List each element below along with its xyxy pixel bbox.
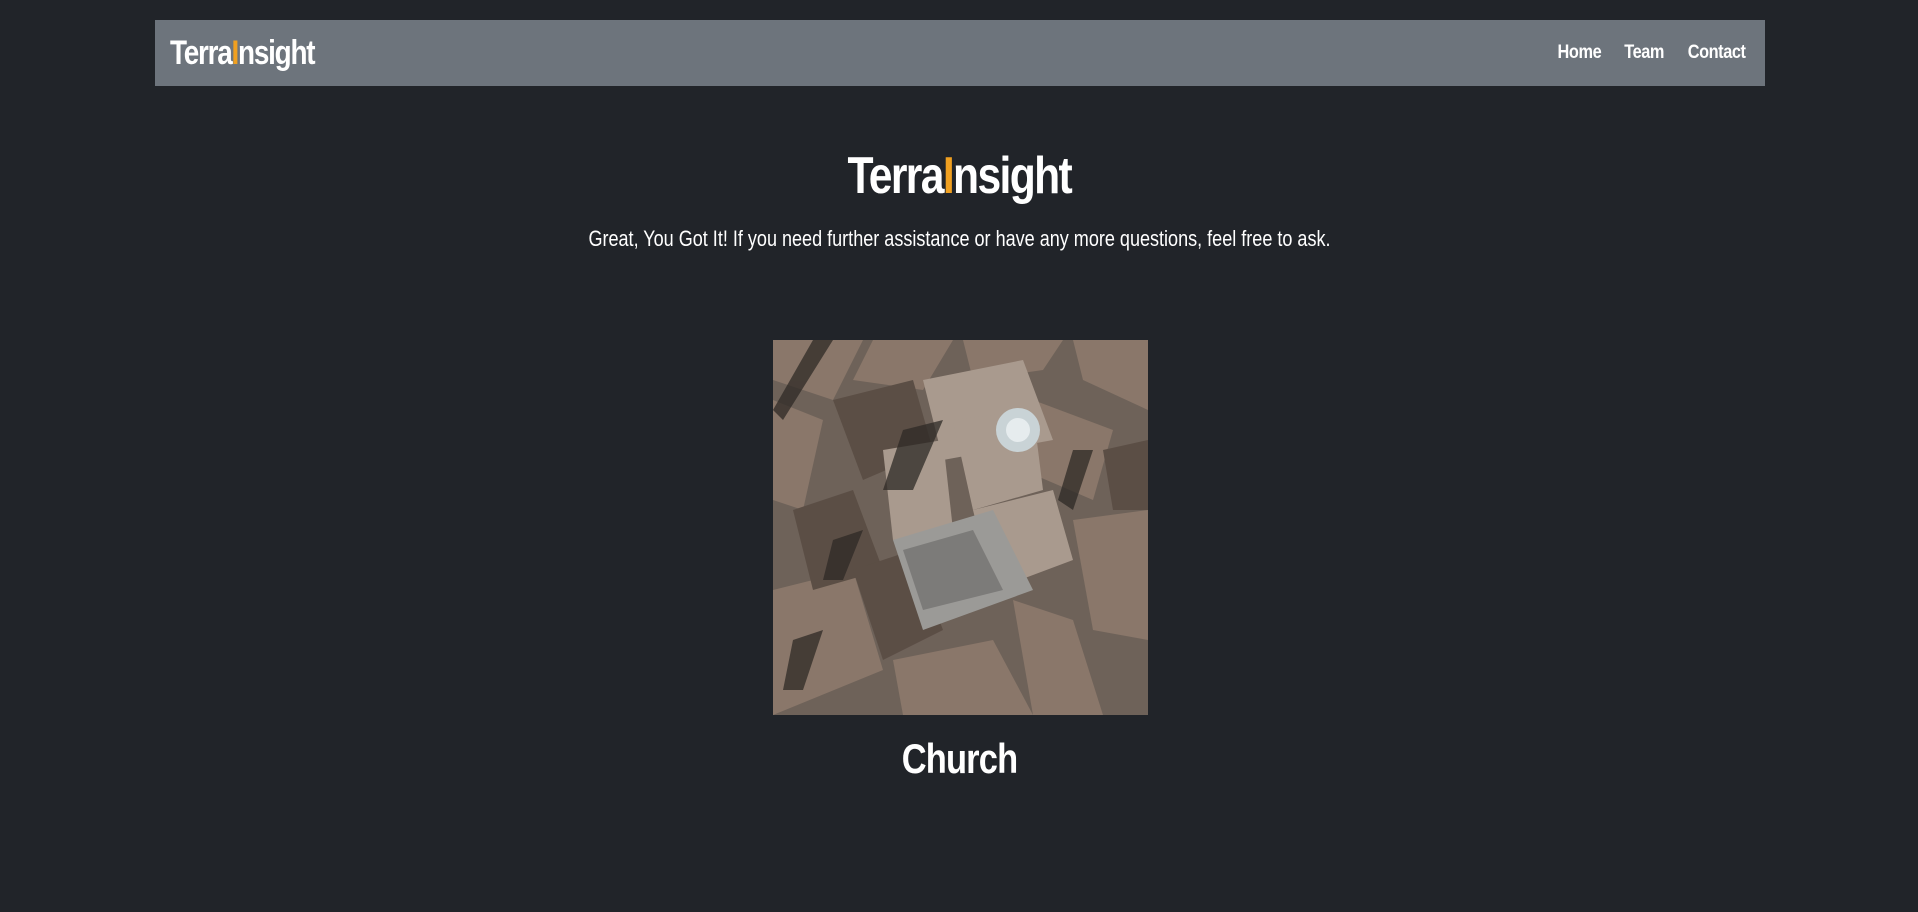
nav-links: Home Team Contact	[1554, 42, 1750, 64]
title-part1: Terra	[847, 147, 944, 205]
result-label: Church	[0, 735, 1918, 783]
nav-link-contact[interactable]: Contact	[1687, 42, 1745, 64]
nav-link-team[interactable]: Team	[1624, 42, 1664, 64]
subtitle-text: Great, You Got It! If you need further a…	[587, 226, 1331, 251]
result-label-text: Church	[901, 735, 1017, 782]
page-title: TerraInsight	[0, 146, 1918, 206]
brand-text-part1: Terra	[170, 33, 233, 72]
brand-logo[interactable]: TerraInsight	[170, 33, 316, 73]
aerial-photo	[773, 340, 1148, 715]
title-accent: I	[942, 147, 955, 205]
aerial-photo-icon	[773, 340, 1148, 715]
page-subtitle: Great, You Got It! If you need further a…	[0, 226, 1918, 252]
brand-text-part2: nsight	[238, 33, 315, 72]
title-part2: nsight	[952, 147, 1073, 205]
nav-link-home[interactable]: Home	[1557, 42, 1601, 64]
navbar: TerraInsight Home Team Contact	[155, 20, 1765, 86]
